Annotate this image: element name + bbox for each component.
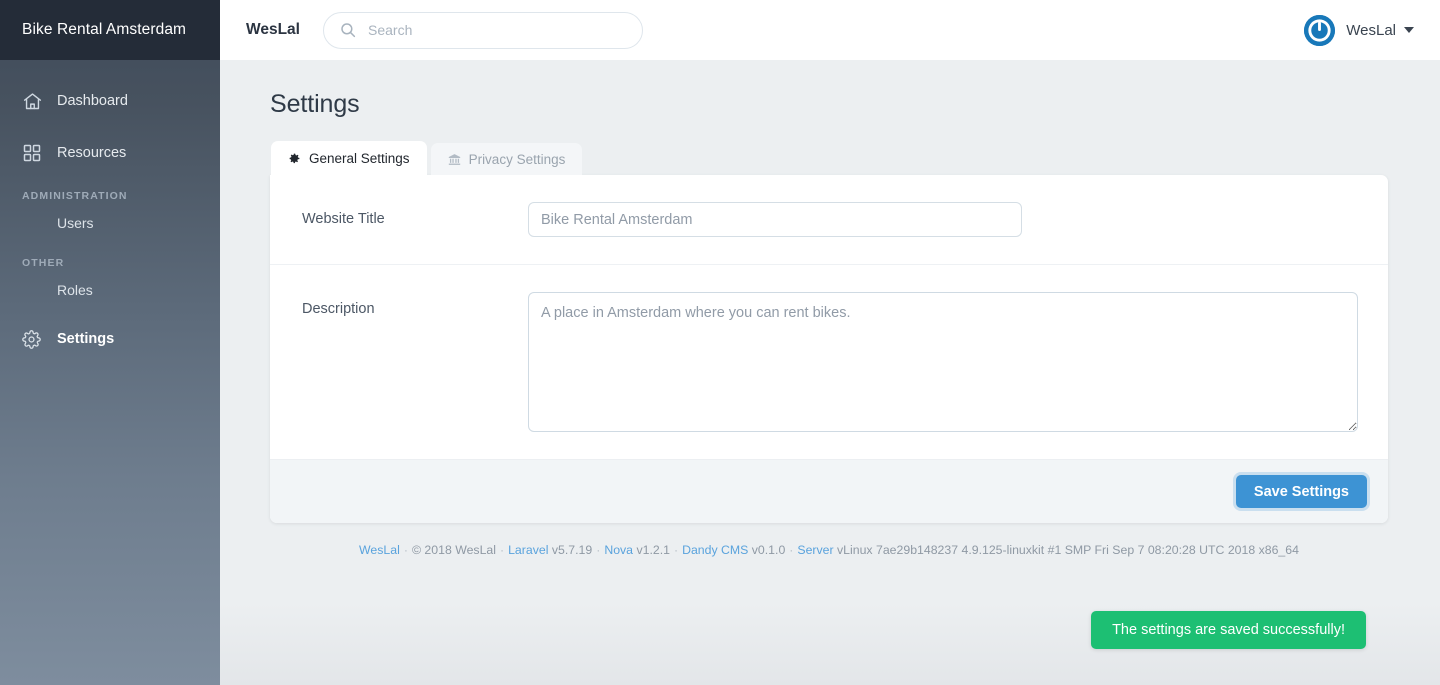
footer-server-value: vLinux 7ae29b148237 4.9.125-linuxkit #1 … <box>837 543 1299 557</box>
footer-separator: · <box>670 543 682 557</box>
app-root: Bike Rental Amsterdam Dashboard <box>0 0 1440 685</box>
footer-nova-version: v1.2.1 <box>636 543 670 557</box>
sidebar-item-dashboard-label: Dashboard <box>57 93 128 109</box>
tab-bar: General Settings Privacy Settings <box>271 141 1388 175</box>
sidebar-item-roles[interactable]: Roles <box>0 282 220 298</box>
footer-cms-version: v0.1.0 <box>752 543 786 557</box>
chevron-down-icon[interactable] <box>1404 27 1414 33</box>
footer-separator: · <box>400 543 412 557</box>
footer-server-link[interactable]: Server <box>797 543 833 557</box>
topbar: WesLal <box>220 0 1440 60</box>
website-title-label: Website Title <box>302 202 528 227</box>
description-textarea[interactable] <box>528 292 1358 432</box>
sidebar-brand[interactable]: Bike Rental Amsterdam <box>0 0 220 60</box>
content-area: Settings General Settings <box>220 60 1440 685</box>
footer-laravel-version: v5.7.19 <box>552 543 592 557</box>
footer-separator: · <box>592 543 604 557</box>
footer-laravel-link[interactable]: Laravel <box>508 543 548 557</box>
sidebar-section-other: OTHER <box>0 257 220 269</box>
tab-general-settings[interactable]: General Settings <box>271 141 427 175</box>
sidebar-item-users[interactable]: Users <box>0 215 220 231</box>
user-name: WesLal <box>1346 22 1396 39</box>
sidebar-section-administration: ADMINISTRATION <box>0 190 220 202</box>
form-row-description: Description <box>270 264 1388 459</box>
footer-cms-link[interactable]: Dandy CMS <box>682 543 748 557</box>
search-input[interactable] <box>323 12 643 49</box>
card-footer: Save Settings <box>270 459 1388 523</box>
home-icon <box>22 90 46 112</box>
user-menu[interactable]: WesLal <box>1304 15 1418 46</box>
save-settings-button[interactable]: Save Settings <box>1236 475 1367 508</box>
sidebar-item-dashboard[interactable]: Dashboard <box>0 86 220 116</box>
sidebar-nav: Dashboard Resources ADMINISTRATION Users… <box>0 60 220 354</box>
website-title-input[interactable] <box>528 202 1022 237</box>
gear-icon <box>288 152 301 165</box>
footer-separator: · <box>785 543 797 557</box>
sidebar-item-resources-label: Resources <box>57 145 126 161</box>
tab-general-settings-label: General Settings <box>309 151 410 166</box>
description-label: Description <box>302 292 528 317</box>
sidebar-item-settings[interactable]: Settings <box>0 324 220 354</box>
grid-icon <box>22 142 46 164</box>
toast-notification: The settings are saved successfully! <box>1091 611 1366 649</box>
form-row-website-title: Website Title <box>270 175 1388 264</box>
sidebar-item-settings-label: Settings <box>57 331 114 347</box>
footer: WesLal·© 2018 WesLal·Laravel v5.7.19·Nov… <box>270 523 1388 557</box>
sidebar-item-resources[interactable]: Resources <box>0 138 220 168</box>
topbar-brand: WesLal <box>246 21 300 39</box>
sidebar: Bike Rental Amsterdam Dashboard <box>0 0 220 685</box>
footer-separator: · <box>496 543 508 557</box>
main-area: WesLal <box>220 0 1440 685</box>
search-container <box>323 12 643 49</box>
sidebar-brand-title: Bike Rental Amsterdam <box>22 21 186 39</box>
footer-brand-link[interactable]: WesLal <box>359 543 400 557</box>
footer-copyright: © 2018 WesLal <box>412 543 496 557</box>
settings-card: Website Title Description Save Settings <box>270 175 1388 523</box>
toast-message: The settings are saved successfully! <box>1112 622 1345 638</box>
gear-icon <box>22 328 46 350</box>
tab-privacy-settings[interactable]: Privacy Settings <box>431 143 583 175</box>
bank-icon <box>448 153 461 166</box>
page-title: Settings <box>270 90 1388 119</box>
footer-nova-link[interactable]: Nova <box>604 543 633 557</box>
tab-privacy-settings-label: Privacy Settings <box>469 152 566 167</box>
power-logo-icon <box>1304 15 1335 46</box>
